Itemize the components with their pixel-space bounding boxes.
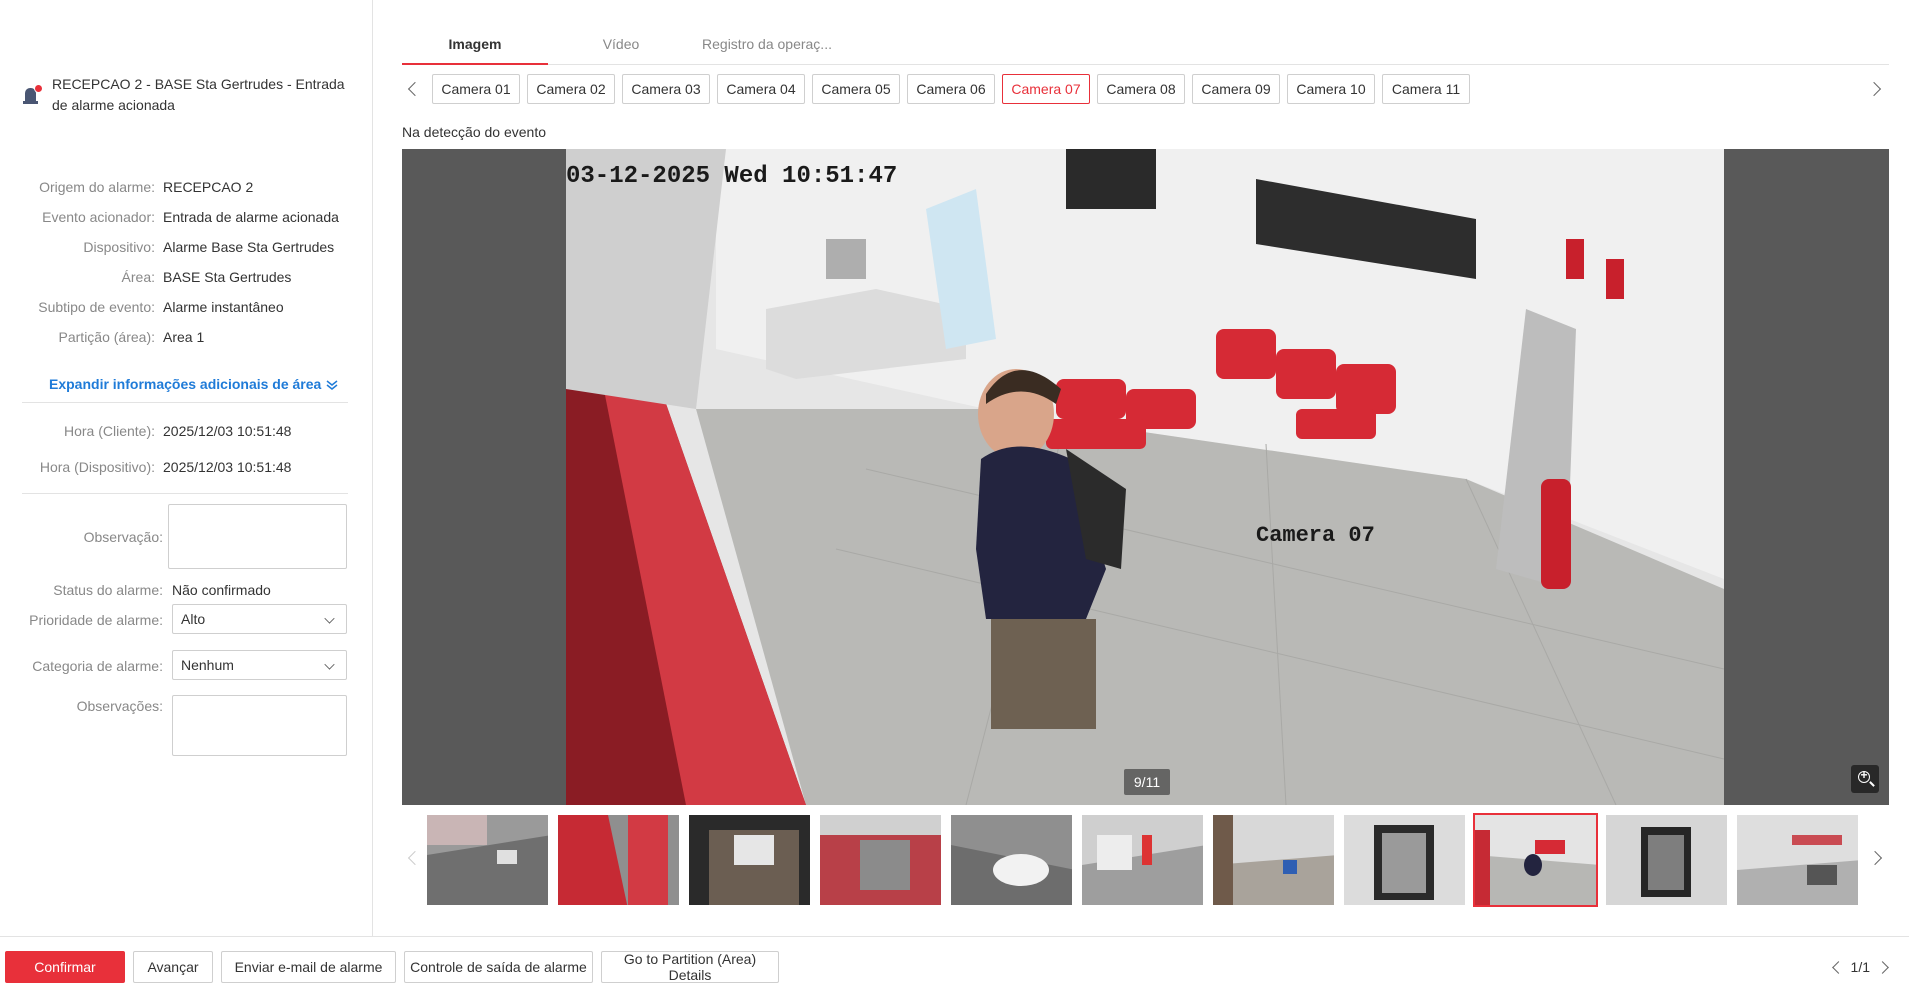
divider <box>22 402 348 403</box>
time-row-client: Hora (Cliente): 2025/12/03 10:51:48 <box>0 422 373 440</box>
divider <box>22 493 348 494</box>
send-alarm-email-button[interactable]: Enviar e-mail de alarme <box>221 951 396 983</box>
time-label: Hora (Dispositivo): <box>39 459 155 475</box>
detail-label: Subtipo de evento: <box>38 299 155 315</box>
camera-button-08[interactable]: Camera 08 <box>1097 74 1185 104</box>
chevron-down-icon <box>324 659 335 670</box>
camera-button-04[interactable]: Camera 04 <box>717 74 805 104</box>
tab-bar: Imagem Vídeo Registro da operaç... <box>402 28 1889 65</box>
osd-camera-label: Camera 07 <box>1256 523 1375 548</box>
camera-button-09[interactable]: Camera 09 <box>1192 74 1280 104</box>
detail-value: RECEPCAO 2 <box>163 179 254 195</box>
zoom-in-icon[interactable] <box>1851 765 1879 793</box>
detail-value: Area 1 <box>163 329 205 345</box>
observation-label: Observação: <box>83 529 163 545</box>
camera-button-07[interactable]: Camera 07 <box>1002 74 1090 104</box>
tab-video[interactable]: Vídeo <box>548 28 694 64</box>
notes-label: Observações: <box>76 698 163 714</box>
image-counter: 9/11 <box>1124 769 1170 795</box>
expand-area-info-link[interactable]: Expandir informações adicionais de área <box>49 376 338 392</box>
snapshot-image: 03-12-2025 Wed 10:51:47 Camera 07 <box>566 149 1724 805</box>
alarm-siren-icon <box>22 84 44 106</box>
alarm-details-panel: RECEPCAO 2 - BASE Sta Gertrudes - Entrad… <box>0 0 373 936</box>
detail-value: Alarme instantâneo <box>163 299 284 315</box>
thumbnail-camera-08[interactable] <box>1342 813 1467 907</box>
observation-textarea[interactable] <box>168 504 347 569</box>
camera-button-02[interactable]: Camera 02 <box>527 74 615 104</box>
thumbnail-camera-04[interactable] <box>818 813 943 907</box>
thumbnail-camera-06[interactable] <box>1080 813 1205 907</box>
thumbnail-camera-09[interactable] <box>1473 813 1598 907</box>
chevron-left-icon[interactable] <box>407 81 423 97</box>
tab-image[interactable]: Imagem <box>402 28 548 65</box>
action-bar: Confirmar Avançar Enviar e-mail de alarm… <box>0 936 1909 992</box>
thumbnail-camera-05[interactable] <box>949 813 1074 907</box>
alarm-title: RECEPCAO 2 - BASE Sta Gertrudes - Entrad… <box>52 76 345 113</box>
chevron-right-icon[interactable] <box>1876 960 1889 974</box>
detail-label: Evento acionador: <box>42 209 155 225</box>
thumbnail-camera-11[interactable] <box>1735 813 1860 907</box>
time-label: Hora (Cliente): <box>63 423 155 439</box>
camera-button-03[interactable]: Camera 03 <box>622 74 710 104</box>
notes-textarea[interactable] <box>172 695 347 756</box>
osd-timestamp: 03-12-2025 Wed 10:51:47 <box>566 163 897 190</box>
alarm-priority-label: Prioridade de alarme: <box>29 612 163 628</box>
page-indicator: 1/1 <box>1850 959 1870 975</box>
detail-value: BASE Sta Gertrudes <box>163 269 292 285</box>
alarm-category-select[interactable]: Nenhum <box>172 650 347 680</box>
alarm-priority-select[interactable]: Alto <box>172 604 347 634</box>
detail-row-origin: Origem do alarme: RECEPCAO 2 <box>0 178 373 196</box>
detail-label: Área: <box>121 269 155 285</box>
detail-row-partition: Partição (área): Area 1 <box>0 328 373 346</box>
chevron-right-icon[interactable] <box>1866 81 1882 97</box>
detail-value: Entrada de alarme acionada <box>163 209 339 225</box>
detail-label: Partição (área): <box>58 329 155 345</box>
thumbnail-camera-02[interactable] <box>556 813 681 907</box>
detail-row-trigger-event: Evento acionador: Entrada de alarme acio… <box>0 208 373 226</box>
thumbnail-strip <box>402 813 1889 907</box>
tab-operation-log[interactable]: Registro da operaç... <box>694 28 840 64</box>
camera-button-01[interactable]: Camera 01 <box>432 74 520 104</box>
category-selected-value: Nenhum <box>181 657 234 673</box>
thumbnail-camera-10[interactable] <box>1604 813 1729 907</box>
priority-selected-value: Alto <box>181 611 206 627</box>
alarm-output-control-button[interactable]: Controle de saída de alarme <box>404 951 593 983</box>
thumbnail-camera-07[interactable] <box>1211 813 1336 907</box>
double-chevron-down-icon <box>326 378 338 390</box>
chevron-right-icon[interactable] <box>1867 850 1883 866</box>
chevron-left-icon[interactable] <box>1831 960 1845 974</box>
thumbnail-camera-01[interactable] <box>425 813 550 907</box>
detail-label: Origem do alarme: <box>39 179 155 195</box>
detail-row-device: Dispositivo: Alarme Base Sta Gertrudes <box>0 238 373 256</box>
time-row-device: Hora (Dispositivo): 2025/12/03 10:51:48 <box>0 458 373 476</box>
event-caption: Na detecção do evento <box>402 124 546 140</box>
expand-link-label: Expandir informações adicionais de área <box>49 376 322 392</box>
camera-button-06[interactable]: Camera 06 <box>907 74 995 104</box>
detail-row-area: Área: BASE Sta Gertrudes <box>0 268 373 286</box>
detail-row-event-subtype: Subtipo de evento: Alarme instantâneo <box>0 298 373 316</box>
alarm-header: RECEPCAO 2 - BASE Sta Gertrudes - Entrad… <box>22 74 352 116</box>
detail-value: Alarme Base Sta Gertrudes <box>163 239 335 255</box>
confirm-button[interactable]: Confirmar <box>5 951 125 983</box>
chevron-left-icon[interactable] <box>407 850 423 866</box>
partition-details-button[interactable]: Go to Partition (Area) Details <box>601 951 779 983</box>
pagination: 1/1 <box>1826 959 1895 975</box>
camera-button-11[interactable]: Camera 11 <box>1382 74 1470 104</box>
camera-button-05[interactable]: Camera 05 <box>812 74 900 104</box>
advance-button[interactable]: Avançar <box>133 951 213 983</box>
time-value: 2025/12/03 10:51:48 <box>163 423 292 439</box>
detail-label: Dispositivo: <box>83 239 155 255</box>
thumbnail-camera-03[interactable] <box>687 813 812 907</box>
time-value: 2025/12/03 10:51:48 <box>163 459 292 475</box>
camera-selector: Camera 01 Camera 02 Camera 03 Camera 04 … <box>402 74 1889 104</box>
image-viewer: 03-12-2025 Wed 10:51:47 Camera 07 9/11 <box>402 149 1889 805</box>
camera-button-10[interactable]: Camera 10 <box>1287 74 1375 104</box>
alarm-category-label: Categoria de alarme: <box>32 658 163 674</box>
chevron-down-icon <box>324 613 335 624</box>
alarm-status-label: Status do alarme: <box>53 582 163 598</box>
alarm-status-value: Não confirmado <box>172 582 271 598</box>
